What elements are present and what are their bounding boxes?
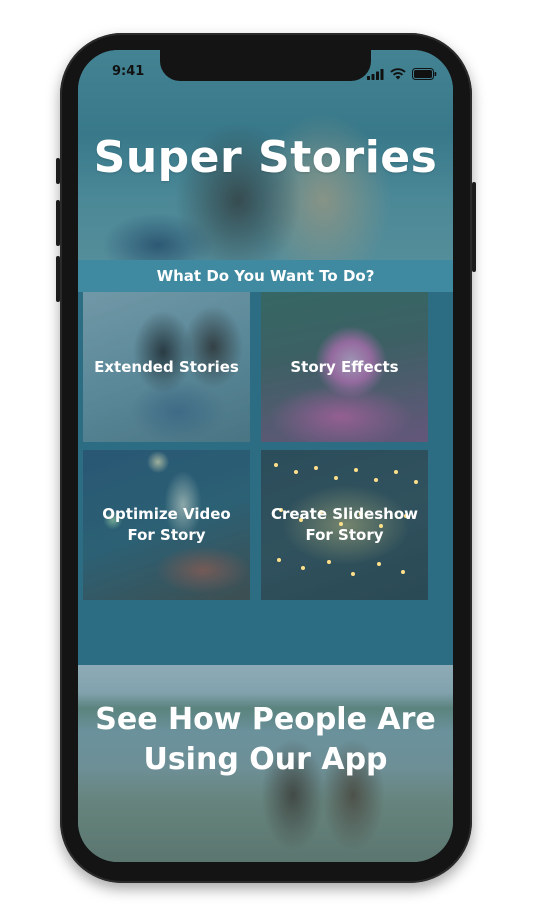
app-screen: Super Stories 9:41 What Do You Want To D… [78,50,453,862]
power-button [472,182,476,272]
options-section: What Do You Want To Do? Extended Stories… [78,260,453,665]
mute-switch [56,158,60,184]
volume-up-button [56,200,60,246]
section-heading: What Do You Want To Do? [156,267,375,285]
tile-label: Extended Stories [94,357,239,376]
tile-story-effects[interactable]: Story Effects [261,292,428,442]
status-time: 9:41 [112,64,145,79]
volume-down-button [56,256,60,302]
tile-extended-stories[interactable]: Extended Stories [83,292,250,442]
status-icons [367,65,437,84]
community-title: See How People Are Using Our App [95,702,436,777]
tile-label: Create Slideshow For Story [270,505,419,544]
tile-create-slideshow[interactable]: Create Slideshow For Story [261,450,428,600]
wifi-icon [390,65,406,84]
app-title: Super Stories [93,132,438,183]
tile-label: Optimize Video For Story [102,505,231,544]
tile-optimize-video[interactable]: Optimize Video For Story [83,450,250,600]
tile-label: Story Effects [290,357,399,376]
community-banner[interactable]: See How People Are Using Our App [78,665,453,862]
notch [160,50,371,81]
battery-icon [412,65,437,84]
